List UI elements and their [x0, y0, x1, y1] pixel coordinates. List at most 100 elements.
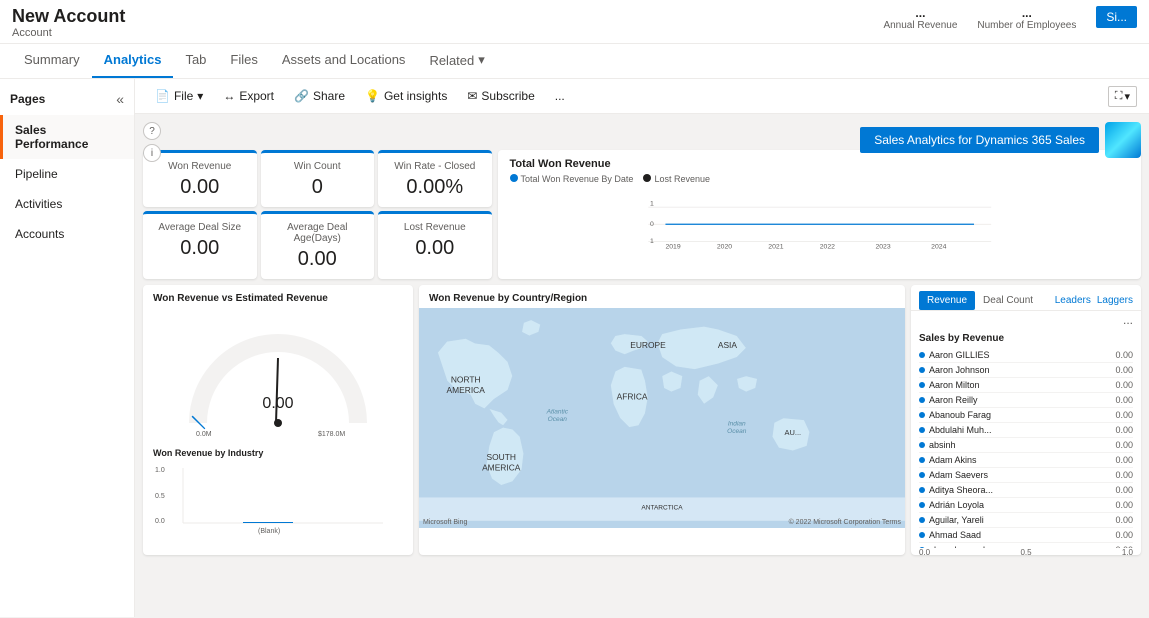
svg-text:0.00: 0.00	[262, 395, 293, 412]
top-bar-right: ... Annual Revenue ... Number of Employe…	[883, 6, 1137, 31]
page-subtitle: Account	[12, 27, 125, 39]
list-item: Aguilar, Yareli0.00	[919, 513, 1133, 528]
sales-dot	[919, 487, 925, 493]
dashboard: ? i Sales Analytics for Dynamics 365 Sal…	[135, 114, 1149, 617]
insights-button[interactable]: 💡 Get insights	[357, 85, 455, 107]
kpi-avg-age-value: 0.00	[273, 248, 363, 271]
page-title: New Account	[12, 6, 125, 27]
bing-logo: Microsoft Bing	[423, 519, 467, 526]
kpi-avg-age: Average Deal Age(Days) 0.00	[261, 211, 375, 279]
main-container: Pages « Sales Performance Pipeline Activ…	[0, 79, 1149, 617]
tab-assets[interactable]: Assets and Locations	[270, 44, 418, 78]
sales-dot	[919, 457, 925, 463]
kpi-won-revenue-label: Won Revenue	[155, 161, 245, 172]
kpi-won-revenue-value: 0.00	[155, 176, 245, 199]
tab-related[interactable]: Related ▾	[417, 44, 496, 78]
top-bar-left: New Account Account	[12, 6, 125, 39]
share-button[interactable]: 🔗 Share	[286, 85, 353, 107]
svg-text:0.0M: 0.0M	[196, 431, 212, 438]
kpi-win-count: Win Count 0	[261, 150, 375, 207]
tab-summary[interactable]: Summary	[12, 44, 92, 78]
annual-revenue-label: Annual Revenue	[883, 20, 957, 31]
toolbar-left: 📄 File ▾ ↔ Export 🔗 Share 💡 Get insights	[147, 85, 573, 107]
tab-analytics[interactable]: Analytics	[92, 44, 174, 78]
export-button[interactable]: ↔ Export	[215, 85, 282, 107]
map-attribution: © 2022 Microsoft Corporation Terms	[789, 519, 901, 526]
svg-text:ASIA: ASIA	[718, 340, 738, 350]
svg-text:1.0: 1.0	[155, 467, 165, 474]
map-card: Won Revenue by Country/Region	[419, 285, 905, 555]
industry-svg: 1.0 0.5 0.0 (Blank)	[153, 458, 393, 538]
kpi-lost-revenue-value: 0.00	[390, 237, 480, 260]
list-item: Aaron Milton0.00	[919, 378, 1133, 393]
svg-text:2021: 2021	[768, 243, 783, 250]
sales-tab-deal-count[interactable]: Deal Count	[975, 291, 1041, 310]
sales-ellipsis[interactable]: ...	[911, 311, 1141, 329]
nav-tabs: Summary Analytics Tab Files Assets and L…	[0, 44, 1149, 79]
branding-text: Sales Analytics for Dynamics 365 Sales	[860, 127, 1099, 153]
map-bg: NORTH AMERICA SOUTH AMERICA AFRICA EUROP…	[419, 308, 905, 528]
info-icon-2[interactable]: i	[143, 144, 161, 162]
leaders-link[interactable]: Leaders	[1055, 295, 1091, 306]
sidebar-collapse-icon[interactable]: «	[116, 91, 124, 107]
gauge-svg: 0.00 0.0M $178.0M $178.0M	[178, 328, 378, 438]
employees-ellipsis: ...	[977, 6, 1076, 20]
sales-dot	[919, 412, 925, 418]
legend-lost: Lost Revenue	[643, 174, 710, 184]
tab-files[interactable]: Files	[218, 44, 269, 78]
list-item: Abanoub Farag0.00	[919, 408, 1133, 423]
svg-text:AMERICA: AMERICA	[482, 462, 521, 472]
kpi-avg-deal-label: Average Deal Size	[155, 222, 245, 233]
branding: Sales Analytics for Dynamics 365 Sales	[860, 122, 1141, 158]
kpi-row-1: Won Revenue 0.00 Win Count 0 Win Rate - …	[143, 150, 492, 207]
svg-text:SOUTH: SOUTH	[487, 452, 516, 462]
insights-icon: 💡	[365, 89, 380, 103]
svg-text:1: 1	[650, 238, 654, 245]
sidebar-item-accounts[interactable]: Accounts	[0, 219, 134, 249]
sales-dot	[919, 442, 925, 448]
kpi-cards: Won Revenue 0.00 Win Count 0 Win Rate - …	[143, 150, 492, 279]
info-icons: ? i	[143, 122, 161, 162]
kpi-win-rate: Win Rate - Closed 0.00%	[378, 150, 492, 207]
sales-dot	[919, 397, 925, 403]
svg-text:2023: 2023	[875, 243, 890, 250]
more-button[interactable]: ...	[547, 85, 573, 107]
signin-button[interactable]: Si...	[1096, 6, 1137, 28]
kpi-win-rate-value: 0.00%	[390, 176, 480, 199]
axis-end: 1.0	[1122, 548, 1133, 555]
legend-won: Total Won Revenue By Date	[510, 174, 634, 184]
svg-text:1: 1	[650, 200, 654, 207]
file-icon: 📄	[155, 89, 170, 103]
sidebar-item-activities[interactable]: Activities	[0, 189, 134, 219]
svg-text:0.5: 0.5	[155, 493, 165, 500]
tab-tab[interactable]: Tab	[173, 44, 218, 78]
sales-dot	[919, 427, 925, 433]
annual-revenue-field[interactable]: ... Annual Revenue	[883, 6, 957, 31]
info-icon-1[interactable]: ?	[143, 122, 161, 140]
sales-tab-revenue[interactable]: Revenue	[919, 291, 975, 310]
list-item: Aaron Johnson0.00	[919, 363, 1133, 378]
sidebar-item-sales-performance[interactable]: Sales Performance	[0, 115, 134, 159]
won-revenue-chart: Total Won Revenue Total Won Revenue By D…	[498, 150, 1141, 279]
sidebar-item-pipeline[interactable]: Pipeline	[0, 159, 134, 189]
sales-section-title: Sales by Revenue	[911, 329, 1141, 348]
list-item: Aaron GILLIES0.00	[919, 348, 1133, 363]
gauge-chart-card: Won Revenue vs Estimated Revenue 0.00 0.…	[143, 285, 413, 555]
kpi-and-chart: Won Revenue 0.00 Win Count 0 Win Rate - …	[143, 150, 1141, 279]
expand-icon: ⛶	[1115, 90, 1123, 103]
sales-dot	[919, 502, 925, 508]
sales-dot	[919, 472, 925, 478]
svg-text:2022: 2022	[819, 243, 834, 250]
file-button[interactable]: 📄 File ▾	[147, 85, 211, 107]
expand-button[interactable]: ⛶ ▾	[1108, 86, 1137, 107]
sales-tab-right: Leaders Laggers	[1055, 295, 1133, 306]
bottom-row: Won Revenue vs Estimated Revenue 0.00 0.…	[143, 285, 1141, 555]
subscribe-button[interactable]: ✉ Subscribe	[459, 85, 542, 107]
list-item: Adam Saevers0.00	[919, 468, 1133, 483]
list-item: Aditya Sheora...0.00	[919, 483, 1133, 498]
laggers-link[interactable]: Laggers	[1097, 295, 1133, 306]
sales-tabs: Revenue Deal Count Leaders Laggers	[911, 285, 1141, 311]
employees-field[interactable]: ... Number of Employees	[977, 6, 1076, 31]
list-item: Ahmad Saad0.00	[919, 528, 1133, 543]
kpi-win-count-label: Win Count	[273, 161, 363, 172]
